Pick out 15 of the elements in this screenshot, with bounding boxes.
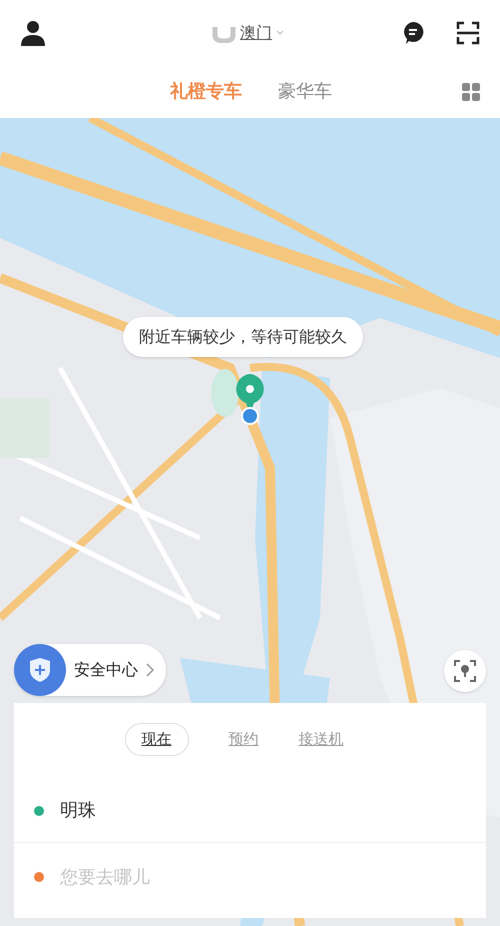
car-tab[interactable]: 豪华车 xyxy=(278,78,332,105)
notice-bubble: 附近车辆较少，等待可能较久 xyxy=(123,317,363,357)
shield-icon xyxy=(29,657,51,683)
grid-icon[interactable] xyxy=(462,82,480,100)
safety-center-button[interactable]: 安全中心 xyxy=(14,644,166,696)
chevron-right-icon xyxy=(146,663,154,677)
scan-icon[interactable] xyxy=(456,20,480,44)
locate-icon xyxy=(454,660,476,682)
destination-field[interactable]: 您要去哪儿 xyxy=(60,864,360,890)
location-dot-icon xyxy=(240,406,260,426)
time-tab[interactable]: 现在 xyxy=(124,723,188,756)
city-selector[interactable]: 澳门 xyxy=(240,20,272,44)
message-icon[interactable] xyxy=(402,20,424,44)
pickup-field[interactable]: 明珠 xyxy=(60,797,96,824)
user-icon[interactable] xyxy=(20,20,46,46)
